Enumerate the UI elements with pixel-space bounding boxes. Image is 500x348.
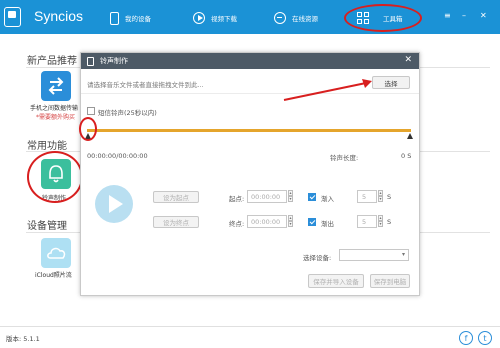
device-select-dropdown[interactable]: ▾	[339, 249, 409, 261]
nav-online-resources[interactable]: 在线资源	[274, 9, 318, 27]
play-icon	[193, 12, 205, 24]
start-time-stepper[interactable]: ▴ ▾	[288, 190, 293, 202]
footer-bar	[0, 326, 500, 348]
start-label: 起点:	[229, 195, 245, 203]
play-button[interactable]	[95, 185, 133, 223]
annotation-circle	[79, 117, 97, 141]
annotation-circle	[344, 4, 422, 32]
globe-icon	[274, 12, 286, 24]
fade-in-checkbox[interactable]	[308, 193, 316, 201]
nav-label: 视频下载	[211, 15, 237, 23]
minimize-button[interactable]: –	[462, 11, 466, 20]
fade-out-value: 5	[362, 218, 367, 226]
nav-label: 我的设备	[125, 15, 151, 23]
app-logo-icon	[4, 7, 21, 27]
transfer-app-tile[interactable]	[41, 71, 71, 101]
end-time-stepper[interactable]: ▴ ▾	[288, 215, 293, 227]
ringtone-length-value: 0 S	[401, 152, 412, 160]
close-window-button[interactable]: ✕	[480, 11, 487, 20]
save-import-device-button[interactable]: 保存并导入设备	[308, 274, 364, 288]
dialog-header: 铃声制作 ✕	[81, 53, 419, 69]
fade-in-stepper[interactable]: ▴ ▾	[378, 190, 383, 202]
new-products-title: 新产品推荐	[27, 56, 77, 67]
set-start-button[interactable]: 设为起点	[153, 191, 199, 203]
time-display: 00:00:00/00:00:00	[87, 152, 148, 160]
version-label: 版本: 5.1.1	[6, 335, 40, 343]
nav-video-download[interactable]: 视频下载	[193, 9, 237, 27]
start-time-value: 00:00:00	[251, 193, 281, 201]
divider	[26, 67, 86, 68]
divider	[420, 67, 490, 68]
end-time-field[interactable]: 00:00:00	[247, 215, 287, 228]
annotation-arrow	[283, 79, 372, 101]
facebook-icon[interactable]: f	[459, 331, 473, 345]
common-features-title: 常用功能	[27, 141, 67, 152]
divider	[26, 232, 86, 233]
save-to-pc-button[interactable]: 保存到电脑	[370, 274, 410, 288]
start-time-field[interactable]: 00:00:00	[247, 190, 287, 203]
file-path-field[interactable]: 请选择音乐文件或者直接拖拽文件到此...	[87, 79, 204, 89]
fade-in-field[interactable]: 5	[357, 190, 377, 203]
chevron-down-icon: ▾	[401, 251, 405, 258]
annotation-circle	[27, 151, 83, 203]
short-ringtone-checkbox[interactable]	[87, 107, 95, 115]
twitter-icon[interactable]: t	[478, 331, 492, 345]
icloud-tile[interactable]	[41, 238, 71, 268]
nav-label: 在线资源	[292, 15, 318, 23]
top-bar: Syncios 我的设备 视频下载 在线资源 工具箱 ≡ – ✕	[0, 0, 500, 34]
dialog-close-button[interactable]: ✕	[404, 55, 412, 65]
select-file-button[interactable]: 选择	[372, 76, 410, 89]
fade-in-unit: S	[387, 193, 392, 201]
ringtone-length-label: 铃声长度:	[330, 154, 359, 162]
short-ringtone-label: 短信铃声(25秒以内)	[98, 109, 157, 117]
device-management-title: 设备管理	[27, 221, 67, 232]
divider	[420, 151, 490, 152]
device-select-label: 选择设备:	[303, 254, 332, 262]
end-marker[interactable]	[407, 133, 413, 139]
fade-out-field[interactable]: 5	[357, 215, 377, 228]
cloud-icon	[47, 247, 66, 259]
transfer-arrows-icon	[48, 77, 64, 95]
fade-in-label: 渐入	[321, 195, 334, 203]
fade-out-unit: S	[387, 218, 392, 226]
transfer-app-note: *需要额外购买	[36, 114, 76, 121]
fade-out-stepper[interactable]: ▴ ▾	[378, 215, 383, 227]
dialog-title: 铃声制作	[100, 57, 128, 65]
nav-my-device[interactable]: 我的设备	[110, 9, 151, 27]
app-title: Syncios	[34, 8, 84, 24]
end-label: 终点:	[229, 220, 245, 228]
fade-in-value: 5	[362, 193, 367, 201]
waveform-track[interactable]	[87, 129, 411, 132]
end-time-value: 00:00:00	[251, 218, 281, 226]
fade-out-checkbox[interactable]	[308, 218, 316, 226]
phone-icon	[87, 56, 94, 66]
icloud-label[interactable]: iCloud照片流	[35, 270, 72, 279]
menu-icon[interactable]: ≡	[444, 11, 451, 20]
set-end-button[interactable]: 设为终点	[153, 216, 199, 228]
phone-icon	[110, 11, 119, 25]
divider	[420, 232, 490, 233]
fade-out-label: 渐出	[321, 220, 334, 228]
transfer-app-label[interactable]: 手机之间数据传输	[30, 103, 78, 112]
play-icon	[109, 195, 123, 213]
